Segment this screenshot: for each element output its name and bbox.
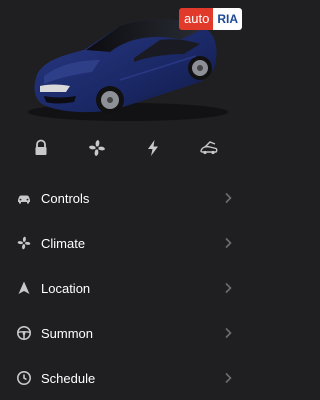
car-icon bbox=[16, 190, 32, 206]
frunk-icon[interactable] bbox=[199, 138, 219, 158]
menu-item-label: Location bbox=[41, 280, 91, 296]
chevron-right-icon bbox=[225, 327, 232, 339]
menu-item-controls[interactable]: Controls bbox=[0, 176, 250, 220]
fan-icon bbox=[16, 235, 32, 251]
steering-wheel-icon bbox=[16, 325, 32, 341]
clock-icon bbox=[16, 370, 32, 386]
chevron-right-icon bbox=[225, 192, 232, 204]
menu-item-climate[interactable]: Climate bbox=[0, 221, 250, 265]
autoria-watermark-logo: auto RIA bbox=[179, 8, 242, 30]
menu-item-label: Climate bbox=[41, 235, 86, 251]
lock-icon[interactable] bbox=[31, 138, 51, 158]
menu-item-summon[interactable]: Summon bbox=[0, 311, 250, 355]
watermark-part-auto: auto bbox=[179, 8, 214, 30]
chevron-right-icon bbox=[225, 282, 232, 294]
chevron-right-icon bbox=[225, 372, 232, 384]
fan-icon[interactable] bbox=[87, 138, 107, 158]
menu-item-label: Summon bbox=[41, 325, 94, 341]
menu-item-location[interactable]: Location bbox=[0, 266, 250, 310]
menu-item-label: Schedule bbox=[41, 370, 96, 386]
location-arrow-icon bbox=[16, 280, 32, 296]
menu-item-label: Controls bbox=[41, 190, 90, 206]
watermark-part-ria: RIA bbox=[213, 8, 242, 30]
menu-item-schedule[interactable]: Schedule bbox=[0, 356, 250, 400]
chevron-right-icon bbox=[225, 237, 232, 249]
charge-bolt-icon[interactable] bbox=[143, 138, 163, 158]
quick-actions-bar bbox=[0, 134, 250, 162]
